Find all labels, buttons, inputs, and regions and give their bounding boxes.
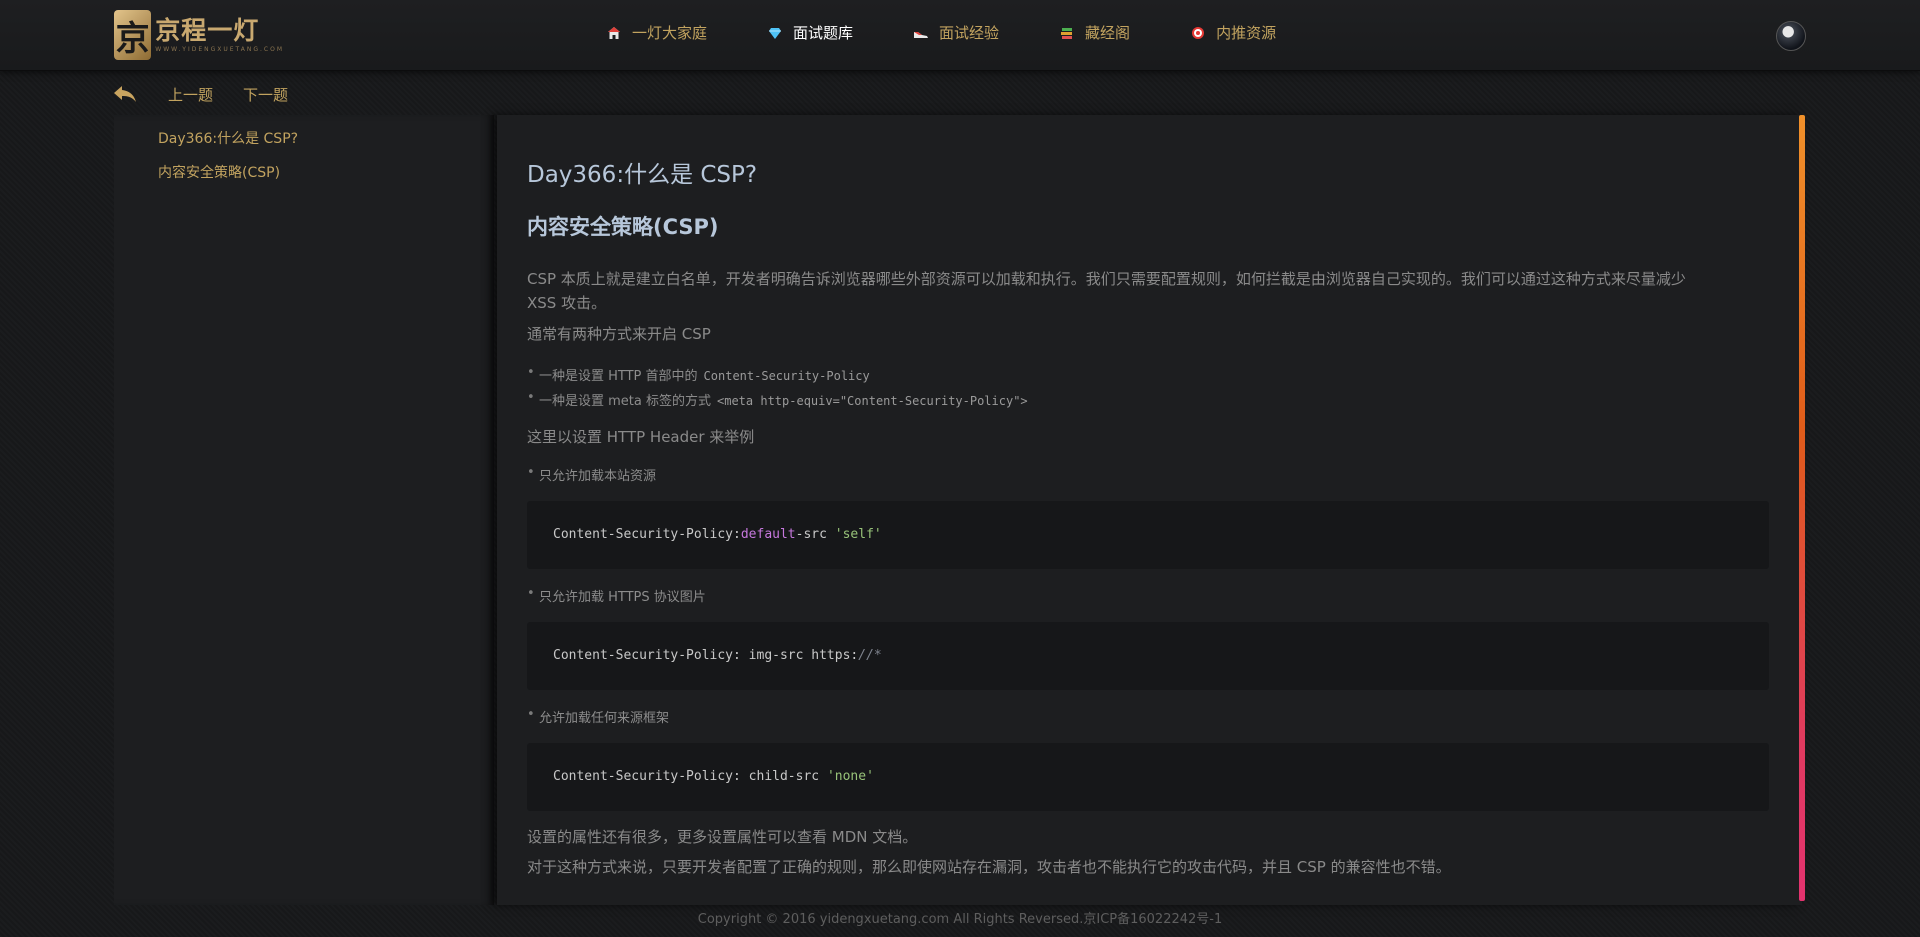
user-avatar[interactable] [1776,21,1806,51]
back-arrow-icon[interactable] [112,84,138,104]
article-panel: Day366:什么是 CSP? 内容安全策略(CSP) CSP 本质上就是建立白… [497,115,1802,905]
nav-item-library[interactable]: 藏经阁 [1059,22,1130,43]
list-item: 一种是设置 meta 标签的方式 <meta http-equiv="Conten… [527,390,1028,409]
code-block: Content-Security-Policy:default-src 'sel… [527,501,1769,569]
prev-question-link[interactable]: 上一题 [168,84,213,105]
list-item-text: 一种是设置 HTTP 首部中的 [539,369,698,384]
logo-title: 京程一灯 [155,16,260,45]
inline-code: Content-Security-Policy [703,369,870,383]
code-block: Content-Security-Policy: img-src https:/… [527,622,1769,690]
site-logo[interactable]: 京 京程一灯 WWW.YIDENGXUETANG.COM [114,8,284,62]
list-item: 允许加载任何来源框架 [527,707,669,726]
scroll-accent-bar[interactable] [1799,115,1805,901]
nav-item-experience[interactable]: 面试经验 [913,22,999,43]
list-item: 一种是设置 HTTP 首部中的 Content-Security-Policy [527,365,870,384]
nav-item-question-bank[interactable]: 面试题库 [767,22,853,43]
logo-text: 京程一灯 WWW.YIDENGXUETANG.COM [155,16,284,54]
target-icon [1190,25,1206,41]
toc-item[interactable]: 内容安全策略(CSP) [158,162,280,182]
top-navbar: 京 京程一灯 WWW.YIDENGXUETANG.COM 一灯大家庭 面试题库 … [0,0,1920,71]
nav-label: 内推资源 [1216,24,1277,42]
paragraph: 设置的属性还有很多，更多设置属性可以查看 MDN 文档。 [527,828,918,846]
paragraph: 通常有两种方式来开启 CSP [527,325,711,343]
footer-copyright: Copyright © 2016 yidengxuetang.com All R… [697,912,1223,927]
nav-label: 一灯大家庭 [632,24,708,42]
diamond-icon [767,25,783,41]
nav-label: 藏经阁 [1085,24,1131,42]
paragraph: 这里以设置 HTTP Header 来举例 [527,428,755,446]
article-subtitle: 内容安全策略(CSP) [527,215,719,239]
nav-label: 面试题库 [793,24,854,42]
code-block: Content-Security-Policy: child-src 'none… [527,743,1769,811]
house-icon [606,25,622,41]
shoe-icon [913,25,929,41]
nav-item-family[interactable]: 一灯大家庭 [606,22,707,43]
inline-code: <meta http-equiv="Content-Security-Polic… [717,394,1028,408]
nav-item-referral[interactable]: 内推资源 [1190,22,1276,43]
list-item-text: 一种是设置 meta 标签的方式 [539,394,711,409]
toc-sidebar: Day366:什么是 CSP? 内容安全策略(CSP) [114,115,494,905]
paragraph-intro: CSP 本质上就是建立白名单，开发者明确告诉浏览器哪些外部资源可以加载和执行。我… [527,267,1686,315]
code-line: Content-Security-Policy: child-src 'none… [553,769,874,784]
article-title: Day366:什么是 CSP? [527,162,758,188]
nav-label: 面试经验 [939,24,1000,42]
main-nav: 一灯大家庭 面试题库 面试经验 藏经阁 内推资源 [606,22,1276,43]
logo-subtitle: WWW.YIDENGXUETANG.COM [155,46,284,53]
list-item: 只允许加载 HTTPS 协议图片 [527,586,706,605]
logo-mark-icon: 京 [114,10,152,60]
paragraph-line: CSP 本质上就是建立白名单，开发者明确告诉浏览器哪些外部资源可以加载和执行。我… [527,270,1686,288]
paragraph-line: XSS 攻击。 [527,294,607,312]
next-question-link[interactable]: 下一题 [243,84,288,105]
question-nav: 上一题 下一题 [112,82,318,106]
books-icon [1059,25,1075,41]
list-item: 只允许加载本站资源 [527,465,656,484]
toc-item[interactable]: Day366:什么是 CSP? [158,128,298,148]
paragraph: 对于这种方式来说，只要开发者配置了正确的规则，那么即使网站存在漏洞，攻击者也不能… [527,858,1451,876]
code-line: Content-Security-Policy: img-src https:/… [553,648,882,663]
code-line: Content-Security-Policy:default-src 'sel… [553,527,882,542]
